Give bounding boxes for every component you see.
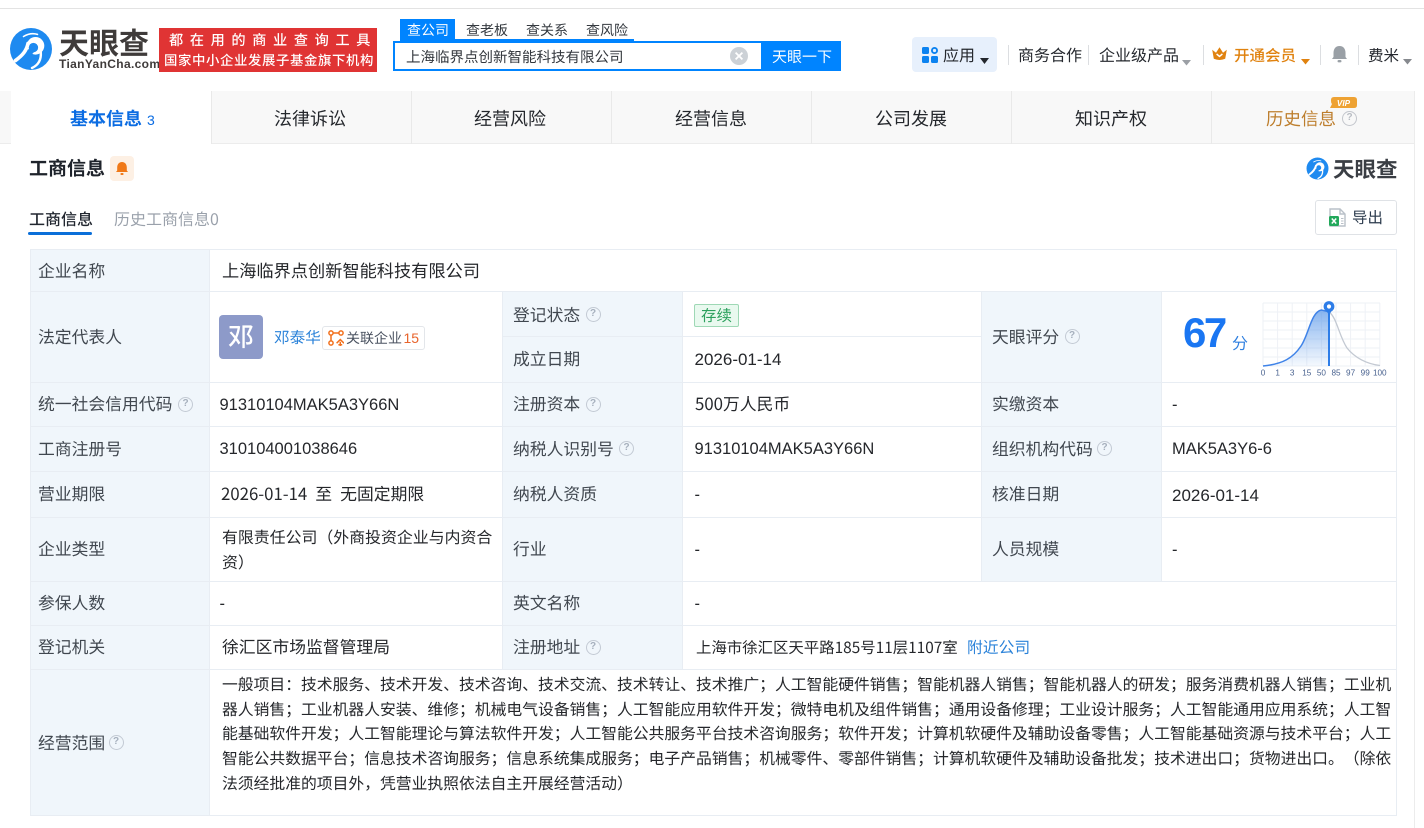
svg-text:0: 0	[1260, 369, 1265, 378]
svg-text:85: 85	[1331, 369, 1341, 378]
svg-text:100: 100	[1372, 369, 1386, 378]
svg-text:1: 1	[1275, 369, 1280, 378]
svg-text:99: 99	[1360, 369, 1370, 378]
svg-text:97: 97	[1346, 369, 1356, 378]
svg-text:VIP: VIP	[1337, 99, 1351, 108]
svg-text:15: 15	[1302, 369, 1312, 378]
svg-text:3: 3	[1289, 369, 1294, 378]
svg-text:50: 50	[1316, 369, 1326, 378]
